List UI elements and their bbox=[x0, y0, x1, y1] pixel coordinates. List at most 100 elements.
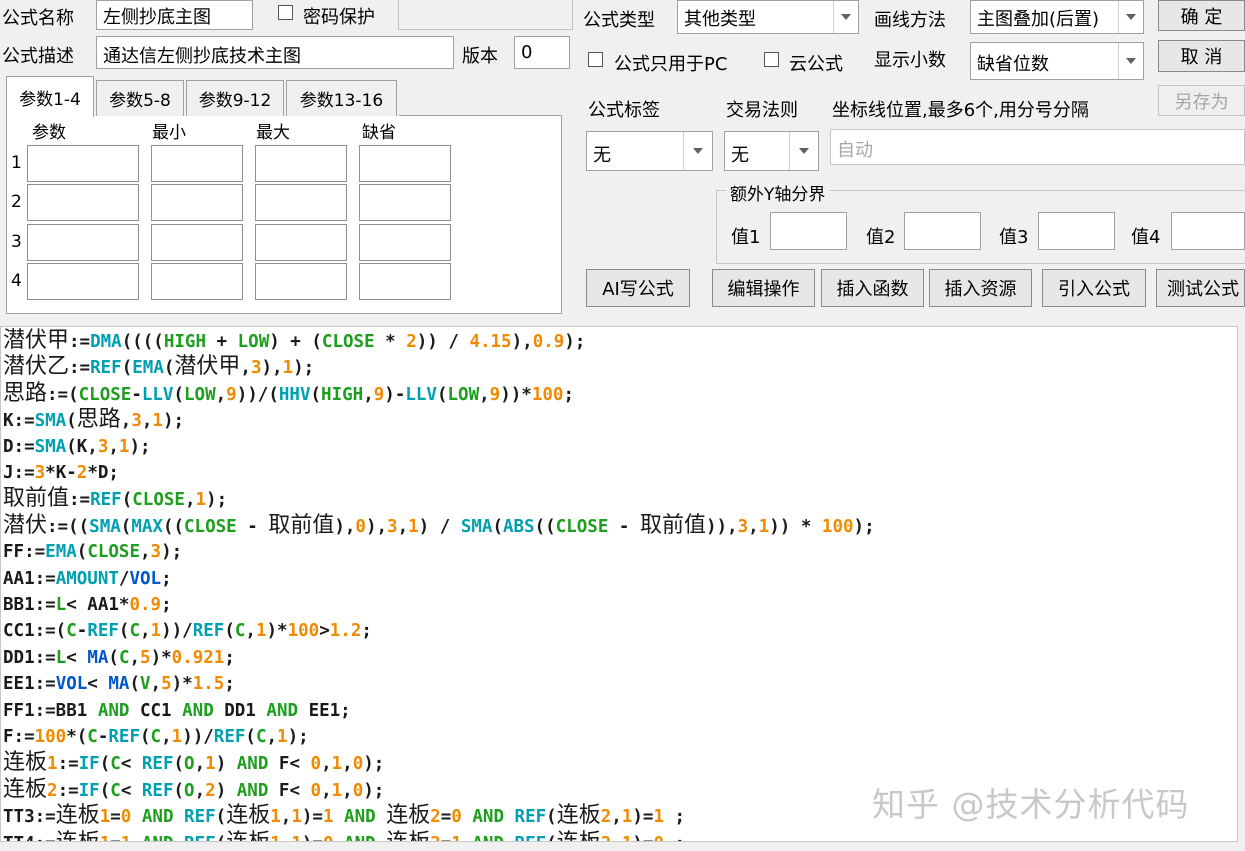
value-4-label: 值4 bbox=[1131, 227, 1161, 248]
code-line[interactable]: BB1:=L< AA1*0.9; bbox=[3, 592, 172, 618]
pc-only-label: 公式只用于PC bbox=[614, 54, 728, 75]
param-default-input[interactable] bbox=[359, 145, 451, 182]
password-checkbox[interactable] bbox=[278, 5, 293, 20]
code-line[interactable]: EE1:=VOL< MA(V,5)*1.5; bbox=[3, 671, 235, 697]
tag-select[interactable]: 无 bbox=[586, 131, 713, 171]
value-2-label: 值2 bbox=[866, 227, 896, 248]
tag-label: 公式标签 bbox=[588, 100, 660, 121]
formula-code-editor[interactable]: 潜伏甲:=DMA((((HIGH + LOW) + (CLOSE * 2)) /… bbox=[0, 326, 1238, 842]
param-name-input[interactable] bbox=[27, 224, 139, 261]
version-label: 版本 bbox=[462, 46, 498, 67]
param-min-input[interactable] bbox=[151, 145, 243, 182]
formula-type-label: 公式类型 bbox=[583, 10, 655, 31]
param-col-name: 参数 bbox=[32, 123, 66, 143]
code-line[interactable]: CC1:=(C-REF(C,1))/REF(C,1)*100>1.2; bbox=[3, 618, 372, 644]
code-line[interactable]: AA1:=AMOUNT/VOL; bbox=[3, 566, 172, 592]
ok-button[interactable]: 确 定 bbox=[1158, 0, 1245, 31]
edit-operation-button[interactable]: 编辑操作 bbox=[712, 269, 815, 307]
axis-label: 坐标线位置,最多6个,用分号分隔 bbox=[832, 100, 1089, 121]
code-line[interactable]: FF:=EMA(CLOSE,3); bbox=[3, 539, 182, 565]
code-line[interactable]: 连板2:=IF(C< REF(O,2) AND F< 0,1,0); bbox=[3, 777, 384, 803]
formula-desc-input[interactable]: 通达信左侧抄底技术主图 bbox=[96, 36, 454, 69]
param-max-input[interactable] bbox=[255, 224, 347, 261]
code-line[interactable]: DD1:=L< MA(C,5)*0.921; bbox=[3, 645, 235, 671]
chevron-down-icon[interactable] bbox=[683, 132, 712, 170]
param-max-input[interactable] bbox=[255, 263, 347, 300]
param-row-label: 3 bbox=[11, 232, 22, 252]
tag-value: 无 bbox=[593, 145, 611, 166]
decimals-value: 缺省位数 bbox=[977, 54, 1049, 75]
code-line[interactable]: 潜伏乙:=REF(EMA(潜伏甲,3),1); bbox=[3, 354, 314, 380]
code-line[interactable]: F:=100*(C-REF(C,1))/REF(C,1); bbox=[3, 724, 309, 750]
param-name-input[interactable] bbox=[27, 145, 139, 182]
tab-params-1-4[interactable]: 参数1-4 bbox=[6, 76, 94, 117]
chevron-down-icon[interactable] bbox=[1118, 1, 1143, 33]
param-col-default: 缺省 bbox=[362, 123, 396, 143]
pc-only-checkbox[interactable] bbox=[588, 52, 603, 67]
param-row-label: 1 bbox=[11, 153, 22, 173]
param-max-input[interactable] bbox=[255, 184, 347, 221]
param-col-min: 最小 bbox=[152, 123, 186, 143]
param-name-input[interactable] bbox=[27, 263, 139, 300]
extra-y-axis-label: 额外Y轴分界 bbox=[726, 180, 830, 205]
test-formula-button[interactable]: 测试公式 bbox=[1156, 269, 1245, 307]
formula-type-value: 其他类型 bbox=[684, 9, 756, 30]
cloud-checkbox[interactable] bbox=[764, 52, 779, 67]
insert-resource-button[interactable]: 插入资源 bbox=[929, 269, 1032, 307]
trade-rule-label: 交易法则 bbox=[726, 100, 798, 121]
code-line[interactable]: 思路:=(CLOSE-LLV(LOW,9))/(HHV(HIGH,9)-LLV(… bbox=[3, 381, 574, 407]
trade-rule-select[interactable]: 无 bbox=[724, 131, 819, 171]
password-label: 密码保护 bbox=[303, 7, 375, 28]
param-row-label: 4 bbox=[11, 271, 22, 291]
code-line[interactable]: 取前值:=REF(CLOSE,1); bbox=[3, 486, 227, 512]
value-3-label: 值3 bbox=[999, 227, 1029, 248]
param-default-input[interactable] bbox=[359, 224, 451, 261]
value-1-label: 值1 bbox=[731, 227, 761, 248]
value-1-input[interactable] bbox=[770, 212, 847, 250]
decimals-label: 显示小数 bbox=[874, 50, 946, 71]
import-formula-button[interactable]: 引入公式 bbox=[1042, 269, 1146, 307]
decimals-select[interactable]: 缺省位数 bbox=[970, 42, 1144, 80]
chevron-down-icon[interactable] bbox=[833, 1, 858, 33]
param-col-max: 最大 bbox=[256, 123, 290, 143]
cancel-button[interactable]: 取 消 bbox=[1158, 40, 1245, 72]
param-max-input[interactable] bbox=[255, 145, 347, 182]
draw-method-label: 画线方法 bbox=[874, 10, 946, 31]
code-line[interactable]: 潜伏:=((SMA(MAX((CLOSE - 取前值),0),3,1) / SM… bbox=[3, 513, 875, 539]
code-line[interactable]: TT4:=连板1=1 AND REF(连板1,1)=0 AND 连板2=1 AN… bbox=[3, 830, 685, 841]
param-min-input[interactable] bbox=[151, 263, 243, 300]
ai-write-formula-button[interactable]: AI写公式 bbox=[586, 269, 690, 307]
draw-method-select[interactable]: 主图叠加(后置) bbox=[970, 0, 1144, 34]
param-name-input[interactable] bbox=[27, 184, 139, 221]
value-2-input[interactable] bbox=[904, 212, 981, 250]
code-line[interactable]: 连板1:=IF(C< REF(O,1) AND F< 0,1,0); bbox=[3, 750, 384, 776]
code-line[interactable]: FF1:=BB1 AND CC1 AND DD1 AND EE1; bbox=[3, 698, 351, 724]
formula-desc-label: 公式描述 bbox=[2, 46, 74, 67]
param-default-input[interactable] bbox=[359, 263, 451, 300]
code-line[interactable]: J:=3*K-2*D; bbox=[3, 460, 119, 486]
code-line[interactable]: TT3:=连板1=0 AND REF(连板1,1)=1 AND 连板2=0 AN… bbox=[3, 803, 685, 829]
tab-params-5-8[interactable]: 参数5-8 bbox=[96, 80, 184, 116]
param-min-input[interactable] bbox=[151, 224, 243, 261]
axis-input[interactable]: 自动 bbox=[830, 129, 1245, 165]
value-3-input[interactable] bbox=[1038, 212, 1115, 250]
formula-type-select[interactable]: 其他类型 bbox=[677, 0, 859, 34]
code-line[interactable]: D:=SMA(K,3,1); bbox=[3, 434, 151, 460]
chevron-down-icon[interactable] bbox=[1118, 43, 1143, 79]
watermark: 知乎 @技术分析代码 bbox=[872, 785, 1190, 824]
trade-rule-value: 无 bbox=[731, 145, 749, 166]
code-line[interactable]: 潜伏甲:=DMA((((HIGH + LOW) + (CLOSE * 2)) /… bbox=[3, 328, 585, 354]
param-default-input[interactable] bbox=[359, 184, 451, 221]
code-line[interactable]: K:=SMA(思路,3,1); bbox=[3, 407, 184, 433]
insert-function-button[interactable]: 插入函数 bbox=[821, 269, 924, 307]
tab-params-13-16[interactable]: 参数13-16 bbox=[286, 80, 397, 116]
draw-method-value: 主图叠加(后置) bbox=[977, 9, 1100, 30]
value-4-input[interactable] bbox=[1171, 212, 1245, 250]
version-input[interactable]: 0 bbox=[514, 36, 570, 69]
tab-params-9-12[interactable]: 参数9-12 bbox=[186, 80, 284, 116]
save-as-button: 另存为 bbox=[1158, 85, 1245, 116]
cloud-label: 云公式 bbox=[789, 54, 843, 75]
formula-name-input[interactable]: 左侧抄底主图 bbox=[96, 0, 253, 30]
param-min-input[interactable] bbox=[151, 184, 243, 221]
chevron-down-icon[interactable] bbox=[789, 132, 818, 170]
